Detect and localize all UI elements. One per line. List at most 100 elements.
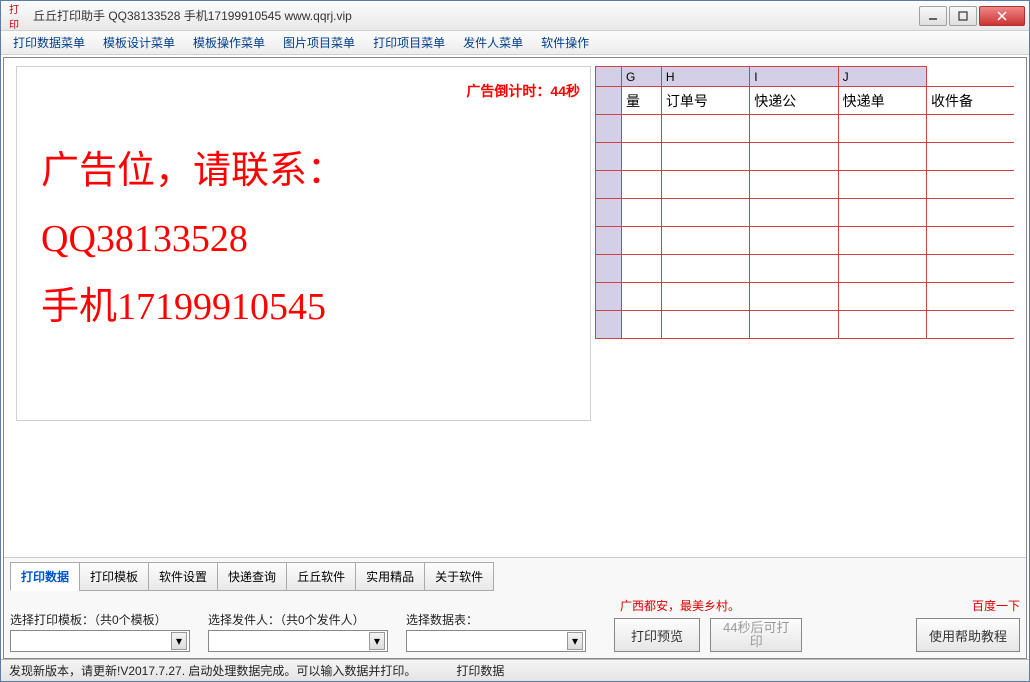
menu-print-data[interactable]: 打印数据菜单: [5, 31, 93, 54]
tab-about[interactable]: 关于软件: [424, 562, 494, 591]
grid-cell[interactable]: [750, 311, 838, 339]
grid-cell[interactable]: [661, 115, 749, 143]
menu-template-ops[interactable]: 模板操作菜单: [185, 31, 273, 54]
grid-cell[interactable]: [838, 227, 926, 255]
titlebar: 打印 丘丘打印助手 QQ38133528 手机17199910545 www.q…: [1, 1, 1029, 31]
grid-cell[interactable]: [750, 283, 838, 311]
tab-qiuqiu-software[interactable]: 丘丘软件: [286, 562, 356, 591]
status-left: 发现新版本，请更新!V2017.7.27. 启动处理数据完成。可以输入数据并打印…: [9, 662, 416, 679]
data-grid-wrapper: G H I J 量 订单号 快递公 快递单 收件备: [595, 66, 1014, 549]
row-header[interactable]: [596, 143, 622, 171]
grid-cell[interactable]: [750, 255, 838, 283]
tab-useful[interactable]: 实用精品: [355, 562, 425, 591]
print-button[interactable]: 44秒后可打印: [710, 618, 802, 652]
menu-print-items[interactable]: 打印项目菜单: [365, 31, 453, 54]
row-header[interactable]: [596, 255, 622, 283]
grid-cell[interactable]: [661, 283, 749, 311]
menu-software-ops[interactable]: 软件操作: [533, 31, 597, 54]
row-header[interactable]: [596, 171, 622, 199]
tab-print-data[interactable]: 打印数据: [10, 562, 80, 591]
controls-row: 选择打印模板：（共0个模板） ▾ 选择发件人：（共0个发件人） ▾ 选择数据表：…: [10, 597, 1020, 652]
slogan-text: 广西都安，最美乡村。: [614, 597, 802, 614]
grid-cell[interactable]: [622, 311, 662, 339]
ad-panel: 广告倒计时：44秒 广告位，请联系： QQ38133528 手机17199910…: [16, 66, 591, 421]
minimize-button[interactable]: [919, 6, 947, 26]
table-selector-group: 选择数据表： ▾: [406, 611, 586, 652]
template-label: 选择打印模板：（共0个模板）: [10, 611, 190, 628]
ad-line3: 手机17199910545: [41, 273, 345, 341]
grid-cell[interactable]: [661, 255, 749, 283]
grid-cell[interactable]: [926, 199, 1014, 227]
grid-cell[interactable]: [926, 115, 1014, 143]
grid-cell[interactable]: [622, 283, 662, 311]
grid-cell[interactable]: [750, 227, 838, 255]
data-grid[interactable]: G H I J 量 订单号 快递公 快递单 收件备: [595, 66, 1014, 339]
grid-cell[interactable]: [750, 115, 838, 143]
maximize-button[interactable]: [949, 6, 977, 26]
row-header[interactable]: [596, 87, 622, 115]
grid-cell[interactable]: [750, 199, 838, 227]
sender-selector-group: 选择发件人：（共0个发件人） ▾: [208, 611, 388, 652]
menu-template-design[interactable]: 模板设计菜单: [95, 31, 183, 54]
sender-label: 选择发件人：（共0个发件人）: [208, 611, 388, 628]
grid-label[interactable]: 量: [622, 87, 662, 115]
menu-sender[interactable]: 发件人菜单: [455, 31, 531, 54]
tabs: 打印数据 打印模板 软件设置 快递查询 丘丘软件 实用精品 关于软件: [10, 562, 1020, 591]
row-header[interactable]: [596, 199, 622, 227]
grid-cell[interactable]: [661, 199, 749, 227]
row-header[interactable]: [596, 115, 622, 143]
close-button[interactable]: [979, 6, 1025, 26]
grid-cell[interactable]: [750, 171, 838, 199]
grid-cell[interactable]: [838, 311, 926, 339]
grid-cell[interactable]: [622, 171, 662, 199]
col-header[interactable]: I: [750, 67, 838, 87]
grid-cell[interactable]: [661, 171, 749, 199]
baidu-link[interactable]: 百度一下: [916, 597, 1020, 614]
content-area: 广告倒计时：44秒 广告位，请联系： QQ38133528 手机17199910…: [4, 58, 1026, 557]
tab-express-query[interactable]: 快递查询: [217, 562, 287, 591]
grid-cell[interactable]: [661, 143, 749, 171]
grid-cell[interactable]: [926, 311, 1014, 339]
grid-cell[interactable]: [622, 143, 662, 171]
col-header[interactable]: H: [661, 67, 749, 87]
grid-label[interactable]: 收件备: [926, 87, 1014, 115]
table-label: 选择数据表：: [406, 611, 586, 628]
sender-combo[interactable]: ▾: [208, 630, 388, 652]
grid-corner[interactable]: [596, 67, 622, 87]
grid-cell[interactable]: [926, 283, 1014, 311]
tab-print-template[interactable]: 打印模板: [79, 562, 149, 591]
row-header[interactable]: [596, 311, 622, 339]
row-header[interactable]: [596, 227, 622, 255]
grid-cell[interactable]: [926, 227, 1014, 255]
grid-cell[interactable]: [622, 199, 662, 227]
grid-cell[interactable]: [926, 143, 1014, 171]
grid-cell[interactable]: [838, 255, 926, 283]
tab-software-settings[interactable]: 软件设置: [148, 562, 218, 591]
grid-cell[interactable]: [838, 143, 926, 171]
grid-cell[interactable]: [622, 255, 662, 283]
row-header[interactable]: [596, 283, 622, 311]
grid-label[interactable]: 快递公: [750, 87, 838, 115]
menu-image-items[interactable]: 图片项目菜单: [275, 31, 363, 54]
grid-cell[interactable]: [838, 171, 926, 199]
grid-label[interactable]: 快递单: [838, 87, 926, 115]
grid-cell[interactable]: [838, 199, 926, 227]
grid-cell[interactable]: [838, 115, 926, 143]
grid-cell[interactable]: [661, 311, 749, 339]
menubar: 打印数据菜单 模板设计菜单 模板操作菜单 图片项目菜单 打印项目菜单 发件人菜单…: [1, 31, 1029, 55]
col-header[interactable]: G: [622, 67, 662, 87]
grid-label[interactable]: 订单号: [661, 87, 749, 115]
grid-cell[interactable]: [622, 227, 662, 255]
grid-cell[interactable]: [838, 283, 926, 311]
grid-cell[interactable]: [926, 255, 1014, 283]
preview-button[interactable]: 打印预览: [614, 618, 700, 652]
grid-cell[interactable]: [926, 171, 1014, 199]
template-combo[interactable]: ▾: [10, 630, 190, 652]
table-combo[interactable]: ▾: [406, 630, 586, 652]
grid-cell[interactable]: [622, 115, 662, 143]
grid-cell[interactable]: [750, 143, 838, 171]
col-header[interactable]: J: [838, 67, 926, 87]
bottom-panel: 打印数据 打印模板 软件设置 快递查询 丘丘软件 实用精品 关于软件 选择打印模…: [4, 557, 1026, 658]
help-button[interactable]: 使用帮助教程: [916, 618, 1020, 652]
grid-cell[interactable]: [661, 227, 749, 255]
